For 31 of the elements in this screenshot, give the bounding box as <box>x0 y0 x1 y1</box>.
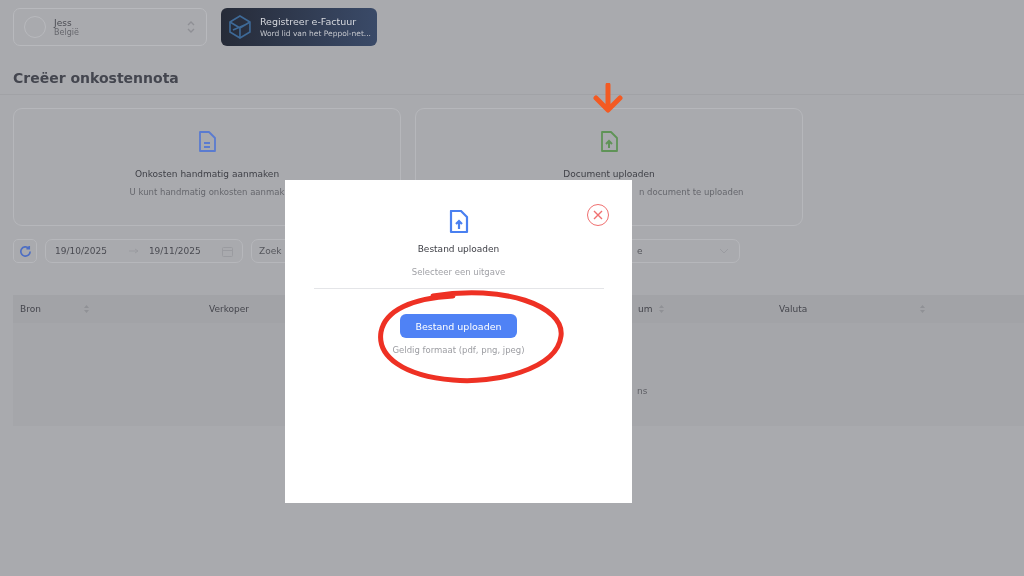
close-icon <box>593 210 603 220</box>
format-hint: Geldig formaat (pdf, png, jpeg) <box>392 345 525 355</box>
upload-button[interactable]: Bestand uploaden <box>400 314 517 338</box>
annotation-arrow <box>590 83 626 113</box>
promo-title: Registreer e-Factuur <box>259 16 358 27</box>
card-subtitle: U kunt handmatig onkosten aanmak <box>129 187 285 197</box>
column-header[interactable]: um <box>638 304 653 314</box>
dialog-subtitle: Selecteer een uitgave <box>411 267 506 277</box>
card-title: Document uploaden <box>563 169 655 179</box>
date-range-field[interactable]: 19/10/2025 19/11/2025 <box>45 239 243 263</box>
account-selector[interactable]: Jess België <box>13 8 207 46</box>
account-name: Jess <box>54 17 73 28</box>
end-date: 19/11/2025 <box>148 246 201 256</box>
column-header[interactable]: Verkoper <box>209 304 250 314</box>
search-placeholder: Zoek <box>259 246 282 256</box>
column-header[interactable]: Bron <box>20 304 41 314</box>
account-country: België <box>54 27 80 37</box>
refresh-icon <box>18 244 32 258</box>
close-button[interactable] <box>587 204 609 226</box>
file-upload-icon <box>600 131 618 153</box>
document-icon <box>198 131 216 153</box>
column-header[interactable]: Valuta <box>779 304 808 314</box>
start-date: 19/10/2025 <box>55 246 107 256</box>
card-title: Onkosten handmatig aanmaken <box>134 169 280 179</box>
file-upload-icon <box>448 210 469 234</box>
page-title: Creëer onkostennota <box>13 70 180 86</box>
select-placeholder: e <box>637 246 643 256</box>
empty-text: ns <box>637 386 648 396</box>
chevron-updown-icon <box>186 20 196 34</box>
dialog-title: Bestand uploaden <box>417 244 500 254</box>
refresh-button[interactable] <box>13 239 37 263</box>
